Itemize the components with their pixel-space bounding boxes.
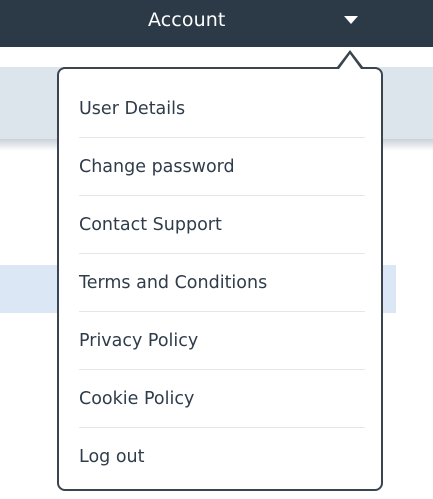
account-dropdown-menu: User Details Change password Contact Sup…: [57, 67, 383, 491]
menu-item-label: Log out: [79, 447, 145, 467]
menu-item-label: User Details: [79, 98, 186, 119]
menu-item-user-details[interactable]: User Details: [79, 80, 365, 138]
menu-item-cookie-policy[interactable]: Cookie Policy: [79, 370, 365, 428]
menu-item-log-out[interactable]: Log out: [79, 428, 365, 486]
top-navigation-bar: Account: [0, 0, 433, 47]
menu-list: User Details Change password Contact Sup…: [79, 80, 365, 486]
account-label: Account: [148, 9, 226, 31]
account-menu-button[interactable]: Account: [96, 0, 386, 47]
menu-item-label: Privacy Policy: [79, 330, 199, 351]
menu-item-label: Cookie Policy: [79, 388, 195, 409]
menu-item-privacy-policy[interactable]: Privacy Policy: [79, 312, 365, 370]
menu-item-change-password[interactable]: Change password: [79, 138, 365, 196]
caret-down-icon: [344, 16, 358, 24]
menu-item-label: Terms and Conditions: [79, 272, 268, 293]
dropdown-pointer-fill: [339, 54, 361, 69]
menu-item-contact-support[interactable]: Contact Support: [79, 196, 365, 254]
menu-item-label: Change password: [79, 156, 235, 177]
menu-item-terms-and-conditions[interactable]: Terms and Conditions: [79, 254, 365, 312]
menu-item-label: Contact Support: [79, 214, 222, 235]
